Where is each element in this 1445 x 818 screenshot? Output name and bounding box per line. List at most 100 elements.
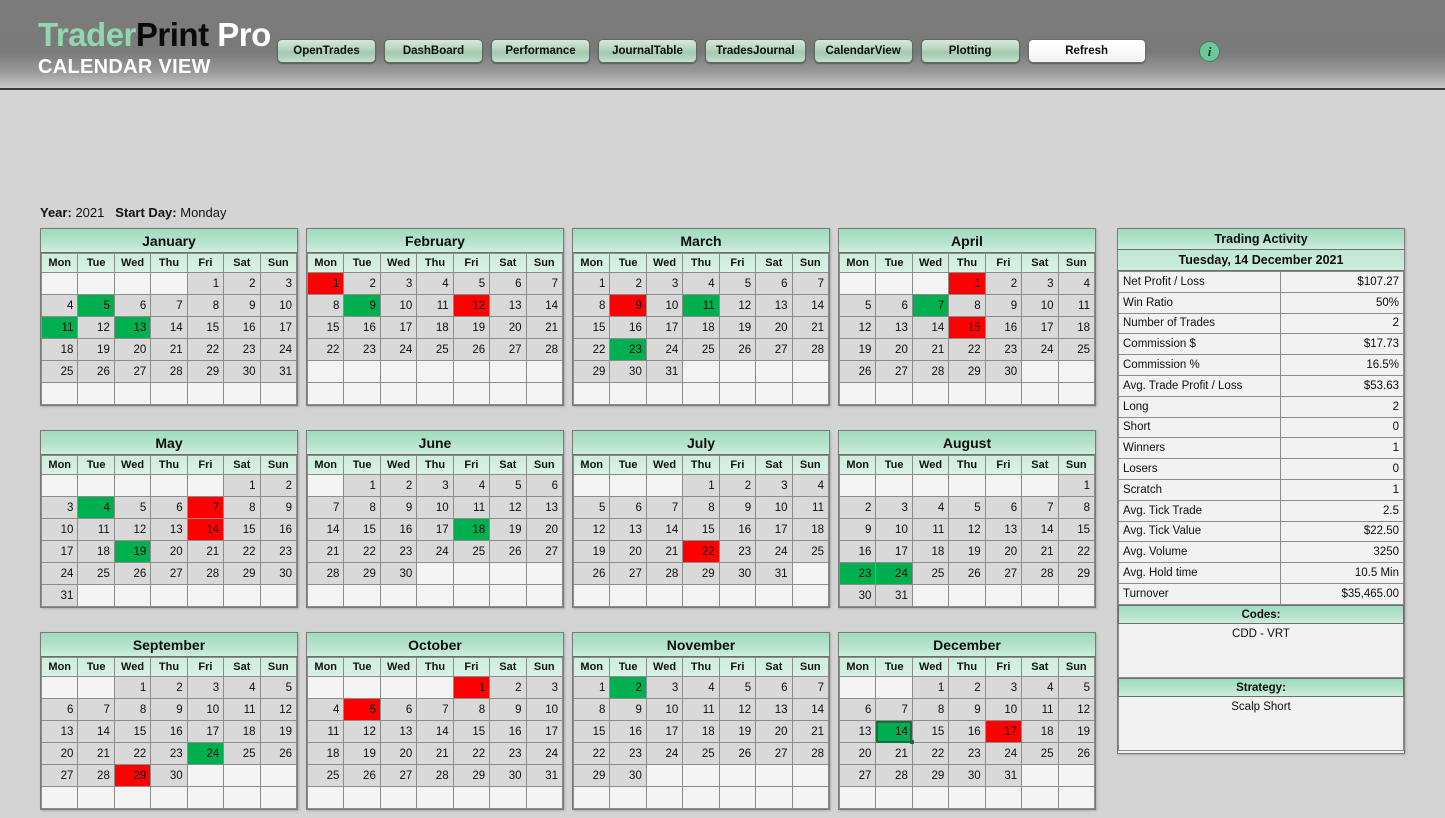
calendar-day-cell[interactable]: 13 — [755, 294, 793, 317]
calendar-day-cell[interactable]: 24 — [984, 742, 1023, 765]
calendar-day-cell[interactable]: 29 — [113, 764, 152, 787]
calendar-day-cell[interactable]: 25 — [306, 764, 345, 787]
calendar-day-cell[interactable]: 27 — [755, 742, 793, 765]
calendar-day-cell[interactable]: 26 — [113, 562, 152, 585]
calendar-day-cell[interactable]: 25 — [911, 562, 950, 585]
calendar-day-cell[interactable]: 8 — [306, 294, 345, 317]
calendar-day-cell[interactable]: 13 — [150, 518, 188, 541]
calendar-day-cell[interactable]: 28 — [875, 764, 913, 787]
calendar-day-cell[interactable]: 5 — [452, 272, 491, 295]
calendar-day-cell[interactable]: 1 — [572, 676, 611, 699]
calendar-day-cell[interactable]: 3 — [259, 272, 298, 295]
calendar-day-cell[interactable]: 7 — [791, 676, 830, 699]
calendar-day-cell[interactable]: 31 — [525, 764, 564, 787]
calendar-day-cell[interactable]: 23 — [223, 338, 261, 361]
calendar-day-cell[interactable]: 5 — [948, 496, 986, 519]
calendar-day-cell[interactable]: 12 — [1057, 698, 1096, 721]
nav-button-tradesjournal[interactable]: TradesJournal — [705, 39, 806, 63]
nav-button-calendarview[interactable]: CalendarView — [813, 39, 913, 63]
calendar-day-cell[interactable]: 2 — [984, 272, 1023, 295]
calendar-day-cell[interactable]: 28 — [1021, 562, 1059, 585]
calendar-day-cell[interactable]: 8 — [186, 294, 225, 317]
calendar-day-cell[interactable]: 14 — [525, 294, 564, 317]
calendar-day-cell[interactable]: 23 — [489, 742, 527, 765]
calendar-day-cell[interactable]: 20 — [489, 316, 527, 339]
calendar-day-cell[interactable]: 10 — [875, 518, 913, 541]
calendar-day-cell[interactable]: 4 — [1057, 272, 1096, 295]
info-icon[interactable]: i — [1199, 41, 1220, 62]
calendar-day-cell[interactable]: 17 — [645, 720, 684, 743]
calendar-day-cell[interactable]: 5 — [1057, 676, 1096, 699]
calendar-day-cell[interactable]: 20 — [150, 540, 188, 563]
calendar-day-cell[interactable]: 7 — [645, 496, 684, 519]
calendar-day-cell[interactable]: 14 — [306, 518, 345, 541]
calendar-day-cell[interactable]: 14 — [186, 518, 225, 541]
calendar-day-cell[interactable]: 24 — [875, 562, 913, 585]
calendar-day-cell[interactable]: 29 — [948, 360, 986, 383]
calendar-day-cell[interactable]: 28 — [306, 562, 345, 585]
calendar-day-cell[interactable]: 25 — [40, 360, 79, 383]
calendar-day-cell[interactable]: 22 — [572, 742, 611, 765]
calendar-day-cell[interactable]: 8 — [682, 496, 720, 519]
calendar-day-cell[interactable]: 30 — [223, 360, 261, 383]
calendar-day-cell[interactable]: 22 — [1057, 540, 1096, 563]
calendar-day-cell[interactable]: 23 — [379, 540, 418, 563]
calendar-day-cell[interactable]: 26 — [489, 540, 527, 563]
calendar-day-cell[interactable]: 1 — [113, 676, 152, 699]
calendar-day-cell[interactable]: 4 — [682, 272, 720, 295]
calendar-day-cell[interactable]: 28 — [150, 360, 188, 383]
calendar-day-cell[interactable]: 12 — [838, 316, 877, 339]
calendar-day-cell[interactable]: 29 — [186, 360, 225, 383]
calendar-day-cell[interactable]: 8 — [113, 698, 152, 721]
calendar-day-cell[interactable]: 9 — [223, 294, 261, 317]
calendar-day-cell[interactable]: 19 — [948, 540, 986, 563]
calendar-day-cell[interactable]: 13 — [489, 294, 527, 317]
calendar-day-cell[interactable]: 17 — [416, 518, 454, 541]
calendar-day-cell[interactable]: 18 — [791, 518, 830, 541]
calendar-day-cell[interactable]: 11 — [77, 518, 115, 541]
calendar-day-cell[interactable]: 7 — [186, 496, 225, 519]
calendar-day-cell[interactable]: 1 — [452, 676, 491, 699]
calendar-day-cell[interactable]: 15 — [948, 316, 986, 339]
calendar-day-cell[interactable]: 29 — [572, 764, 611, 787]
calendar-day-cell[interactable]: 17 — [1021, 316, 1059, 339]
calendar-day-cell[interactable]: 7 — [525, 272, 564, 295]
calendar-day-cell[interactable]: 20 — [379, 742, 418, 765]
calendar-day-cell[interactable]: 27 — [838, 764, 877, 787]
calendar-day-cell[interactable]: 14 — [416, 720, 454, 743]
calendar-day-cell[interactable]: 14 — [150, 316, 188, 339]
calendar-day-cell[interactable]: 28 — [791, 742, 830, 765]
calendar-day-cell[interactable]: 15 — [911, 720, 950, 743]
calendar-day-cell[interactable]: 24 — [1021, 338, 1059, 361]
calendar-day-cell[interactable]: 16 — [343, 316, 381, 339]
calendar-day-cell[interactable]: 17 — [525, 720, 564, 743]
calendar-day-cell[interactable]: 11 — [452, 496, 491, 519]
calendar-day-cell[interactable]: 11 — [1057, 294, 1096, 317]
calendar-day-cell[interactable]: 28 — [645, 562, 684, 585]
calendar-day-cell[interactable]: 12 — [489, 496, 527, 519]
calendar-day-cell[interactable]: 24 — [259, 338, 298, 361]
calendar-day-cell[interactable]: 8 — [223, 496, 261, 519]
calendar-day-cell[interactable]: 6 — [984, 496, 1023, 519]
calendar-day-cell[interactable]: 14 — [791, 698, 830, 721]
calendar-day-cell[interactable]: 15 — [186, 316, 225, 339]
calendar-day-cell[interactable]: 16 — [489, 720, 527, 743]
calendar-day-cell[interactable]: 10 — [416, 496, 454, 519]
calendar-day-cell[interactable]: 10 — [755, 496, 793, 519]
calendar-day-cell[interactable]: 11 — [1021, 698, 1059, 721]
calendar-day-cell[interactable]: 28 — [77, 764, 115, 787]
calendar-day-cell[interactable]: 23 — [343, 338, 381, 361]
calendar-day-cell[interactable]: 4 — [306, 698, 345, 721]
calendar-day-cell[interactable]: 20 — [525, 518, 564, 541]
calendar-day-cell[interactable]: 18 — [77, 540, 115, 563]
calendar-day-cell[interactable]: 27 — [984, 562, 1023, 585]
calendar-day-cell[interactable]: 3 — [875, 496, 913, 519]
calendar-day-cell[interactable]: 10 — [984, 698, 1023, 721]
calendar-day-cell[interactable]: 5 — [489, 474, 527, 497]
calendar-day-cell[interactable]: 8 — [948, 294, 986, 317]
calendar-day-cell[interactable]: 4 — [416, 272, 454, 295]
calendar-day-cell[interactable]: 15 — [1057, 518, 1096, 541]
calendar-day-cell[interactable]: 19 — [718, 720, 757, 743]
calendar-day-cell[interactable]: 30 — [609, 360, 647, 383]
calendar-day-cell[interactable]: 4 — [1021, 676, 1059, 699]
